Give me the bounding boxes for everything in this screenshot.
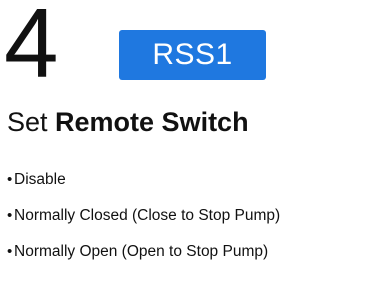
option-list: • Disable • Normally Closed (Close to Stop… bbox=[7, 170, 280, 278]
step-number: 4 bbox=[4, 0, 58, 98]
parameter-code-badge: RSS1 bbox=[119, 30, 266, 80]
bullet-icon: • bbox=[7, 207, 13, 224]
heading-prefix: Set bbox=[7, 107, 56, 137]
bullet-icon: • bbox=[7, 243, 13, 260]
heading-setting-name: Remote Switch bbox=[55, 107, 249, 137]
option-item-normally-open: • Normally Open (Open to Stop Pump) bbox=[7, 242, 280, 278]
option-item-normally-closed: • Normally Closed (Close to Stop Pump) bbox=[7, 206, 280, 242]
bullet-icon: • bbox=[7, 171, 13, 188]
setting-heading: Set Remote Switch bbox=[7, 105, 249, 139]
option-item-disable: • Disable bbox=[7, 170, 280, 206]
option-label: Disable bbox=[14, 171, 66, 188]
option-label: Normally Closed (Close to Stop Pump) bbox=[14, 207, 281, 224]
option-label: Normally Open (Open to Stop Pump) bbox=[14, 243, 269, 260]
